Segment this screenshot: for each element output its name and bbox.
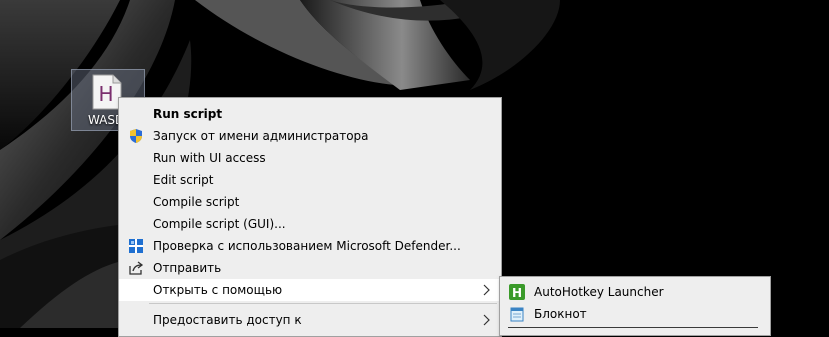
ahk-glyph-letter: H [98,82,113,106]
autohotkey-icon: H [509,284,525,300]
context-menu: Run script Запуск от имени администратор… [118,97,502,337]
submenu-item-notepad[interactable]: Блокнот [500,302,770,324]
menu-item-label: Запуск от имени администратора [153,129,369,143]
menu-item-label: Compile script [153,195,240,209]
chevron-right-icon [483,314,490,326]
menu-item-label: Открыть с помощью [153,283,283,297]
menu-item-label: Предоставить доступ к [153,313,302,327]
menu-item-open-with[interactable]: Открыть с помощью [119,279,501,301]
menu-item-run-as-admin[interactable]: Запуск от имени администратора [119,125,501,147]
menu-item-label: Отправить [153,261,222,275]
menu-item-edit-script[interactable]: Edit script [119,169,501,191]
menu-item-compile-script-gui[interactable]: Compile script (GUI)... [119,213,501,235]
menu-item-label: Run script [153,107,223,121]
open-with-submenu: H AutoHotkey Launcher Блокнот [499,276,771,336]
menu-item-label: Run with UI access [153,151,266,165]
menu-item-run-ui-access[interactable]: Run with UI access [119,147,501,169]
submenu-item-label: Блокнот [534,307,587,321]
menu-item-compile-script[interactable]: Compile script [119,191,501,213]
submenu-item-label: AutoHotkey Launcher [534,285,664,299]
uac-shield-icon [130,129,142,143]
notepad-icon [510,307,524,322]
submenu-item-autohotkey-launcher[interactable]: H AutoHotkey Launcher [500,280,770,302]
autohotkey-icon-letter: H [512,286,522,300]
menu-item-send-to[interactable]: Отправить [119,257,501,279]
menu-item-label: Edit script [153,173,214,187]
chevron-right-icon [483,284,490,296]
defender-icon [129,239,143,253]
menu-item-label: Compile script (GUI)... [153,217,286,231]
menu-separator [149,303,497,304]
menu-item-run-script[interactable]: Run script [119,103,501,125]
menu-item-label: Проверка с использованием Microsoft Defe… [153,239,461,253]
menu-item-defender-scan[interactable]: Проверка с использованием Microsoft Defe… [119,235,501,257]
share-icon [129,261,144,275]
